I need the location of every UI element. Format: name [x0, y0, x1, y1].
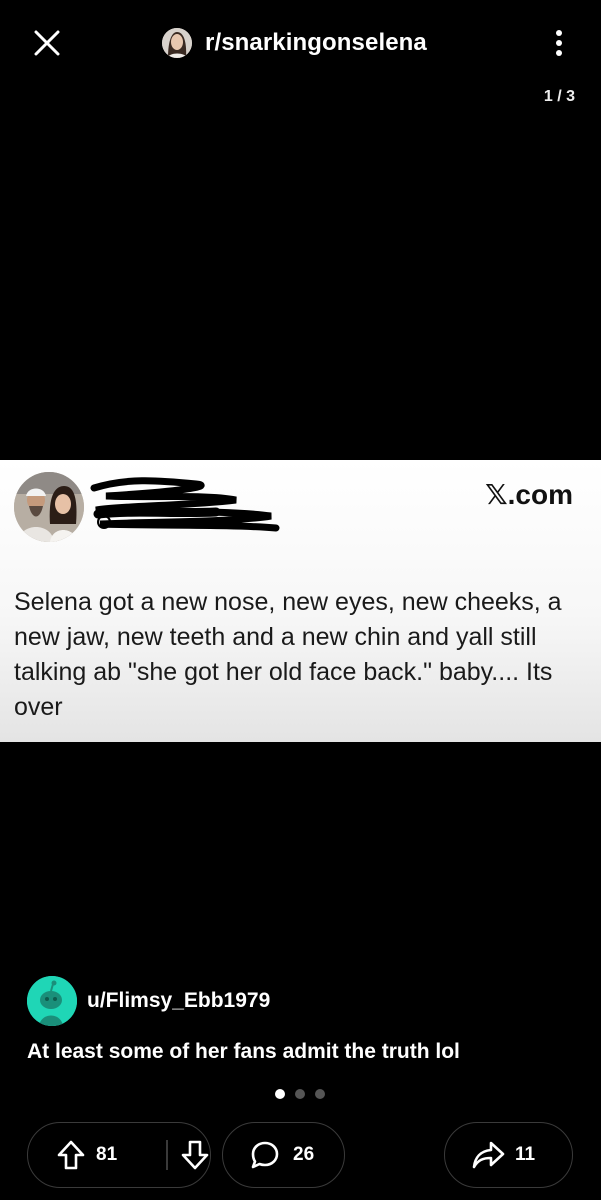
author-username: u/Flimsy_Ebb1979 — [87, 989, 271, 1012]
subreddit-link[interactable]: r/snarkingonselena — [162, 24, 427, 62]
post-author[interactable]: u/Flimsy_Ebb1979 — [27, 976, 270, 1026]
redaction-scribble — [90, 477, 280, 532]
gallery-dot — [295, 1089, 305, 1099]
subreddit-name: r/snarkingonselena — [205, 29, 427, 56]
downvote-button[interactable] — [168, 1123, 210, 1187]
upvote-icon — [57, 1140, 85, 1170]
share-button[interactable]: 11 — [444, 1122, 573, 1188]
comments-button[interactable]: 26 — [222, 1122, 345, 1188]
more-options-button[interactable] — [547, 24, 571, 62]
gallery-dot — [315, 1089, 325, 1099]
close-button[interactable] — [28, 24, 66, 62]
comment-count: 26 — [293, 1144, 315, 1165]
x-logo-icon: 𝕏 — [485, 478, 508, 511]
post-title: At least some of her fans admit the trut… — [27, 1040, 460, 1063]
comment-icon — [251, 1141, 279, 1169]
share-count: 11 — [515, 1144, 536, 1165]
top-bar: r/snarkingonselena — [0, 0, 601, 86]
upvote-button[interactable]: 81 — [28, 1123, 136, 1187]
gallery-indicator — [275, 1089, 335, 1099]
tweet-author-avatar — [14, 472, 84, 542]
downvote-icon — [181, 1140, 208, 1170]
image-counter: 1 / 3 — [543, 88, 575, 105]
more-vertical-icon — [556, 30, 562, 56]
snoo-avatar-icon — [27, 976, 77, 1026]
tweet-text: Selena got a new nose, new eyes, new che… — [14, 588, 562, 721]
x-com-label: 𝕏.com — [485, 478, 573, 511]
close-icon — [34, 30, 60, 56]
share-icon — [472, 1141, 505, 1169]
vote-pill: 81 — [27, 1122, 211, 1188]
gallery-dot-active — [275, 1089, 285, 1099]
upvote-count: 81 — [96, 1144, 118, 1165]
author-avatar — [27, 976, 77, 1026]
subreddit-avatar — [162, 28, 192, 58]
